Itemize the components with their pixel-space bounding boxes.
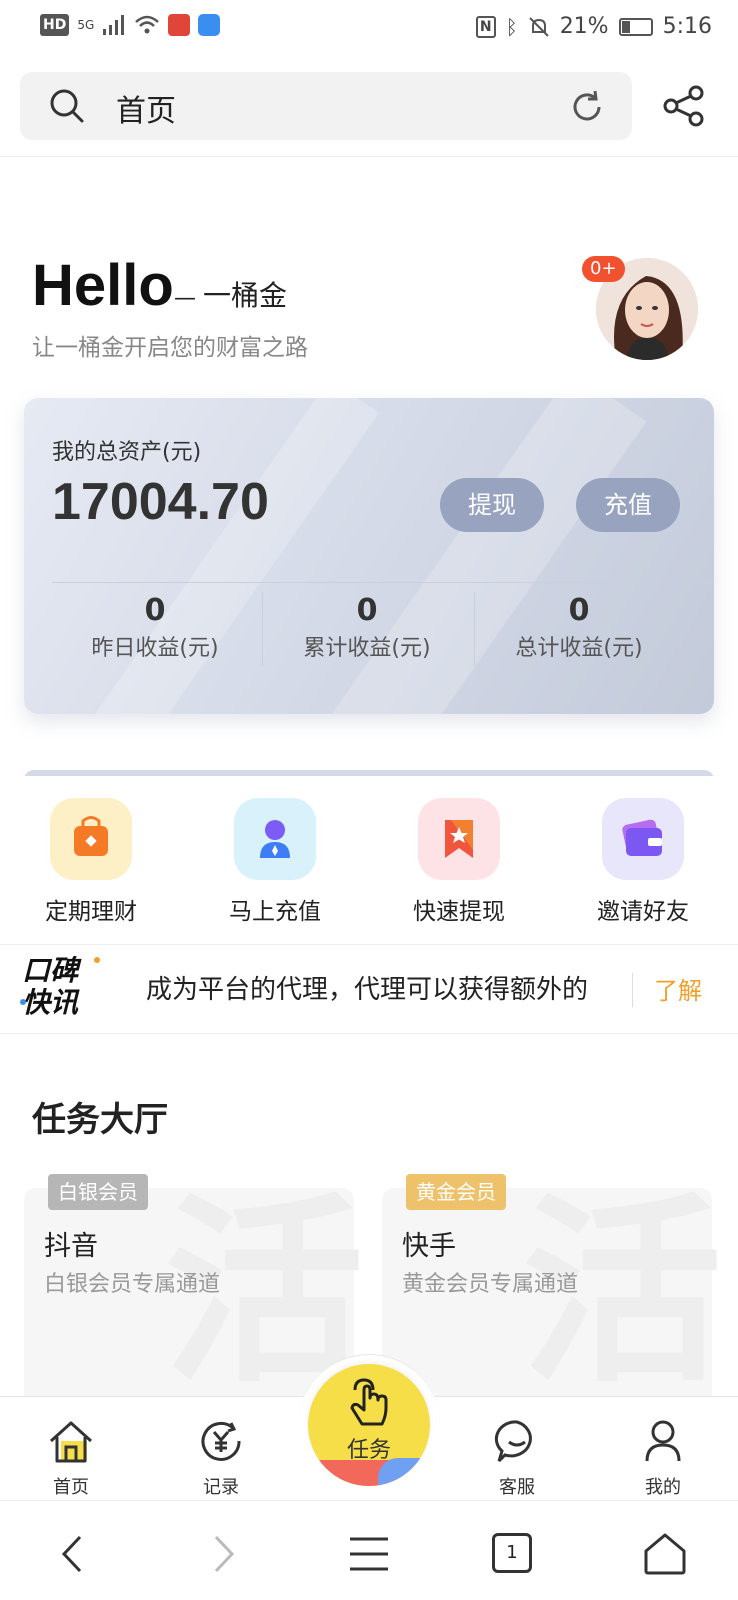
header-divider [0,156,738,157]
withdraw-button[interactable]: 提现 [440,478,544,532]
greeting: Hello [32,253,174,318]
person-icon [645,1420,681,1462]
tap-hand-icon [350,1378,388,1426]
tab-records[interactable]: 记录 [176,1417,266,1499]
clock: 5:16 [662,14,712,39]
tab-mine[interactable]: 我的 [618,1417,708,1499]
news-logo-line1: 口碑 [22,954,79,987]
quick-actions: 定期理财 马上充值 快速提现 邀请好友 [0,776,738,936]
stat-value: 0 [568,593,590,628]
home-shape-icon[interactable] [640,1529,690,1579]
news-more-link[interactable]: 了解 [654,971,702,1006]
quick-action-recharge[interactable]: 马上充值 [210,798,340,926]
total-assets-label: 我的总资产(元) [52,440,202,465]
task-hall-title: 任务大厅 [32,1100,168,1140]
page-title: 首页 [116,94,176,129]
user-icon [234,798,316,880]
wifi-icon [135,15,160,34]
quick-action-label: 定期理财 [45,899,137,925]
status-bar: HD 5G N ᛒ 21% 5:16 [0,0,738,56]
battery-icon [618,17,653,36]
wallet-icon [602,798,684,880]
task-card-douyin[interactable]: 活 白银会员 抖音 白银会员专属通道 [24,1174,364,1418]
recharge-button[interactable]: 充值 [576,478,680,532]
tab-label: 记录 [203,1477,239,1498]
share-icon[interactable] [662,84,706,128]
asset-divider [52,582,714,583]
forward-icon[interactable] [196,1529,246,1579]
news-ticker: 口碑 快讯 成为平台的代理，代理可以获得额外的 了解 [0,944,738,1034]
tab-label: 我的 [645,1477,681,1498]
tagline: 让一桶金开启您的财富之路 [32,335,308,361]
bookmark-star-icon [418,798,500,880]
search-icon [50,89,84,123]
brand-text: 一桶金 [203,279,288,312]
quick-action-label: 马上充值 [229,899,321,925]
back-icon[interactable] [50,1529,100,1579]
stat-value: 0 [356,593,378,628]
battery-percent: 21% [559,14,609,39]
menu-icon[interactable] [344,1529,394,1579]
home-icon [49,1421,93,1463]
quick-action-invite[interactable]: 邀请好友 [578,798,708,926]
quick-action-withdraw[interactable]: 快速提现 [394,798,524,926]
stat-label: 昨日收益(元) [91,636,219,661]
cloud-app-icon [198,14,221,36]
chat-bubble-icon [494,1420,532,1463]
yuan-record-icon [201,1421,241,1461]
news-logo: 口碑 快讯 [20,954,100,1019]
bag-icon [50,798,132,880]
address-bar[interactable]: 首页 [20,72,632,140]
news-separator [632,973,633,1007]
news-text: 成为平台的代理，代理可以获得额外的 [146,975,589,1005]
tab-label: 首页 [53,1477,89,1498]
tier-badge: 白银会员 [48,1174,148,1210]
network-5g-indicator: 5G [77,18,95,32]
tab-label: 客服 [499,1477,535,1498]
task-desc: 白银会员专属通道 [44,1272,221,1297]
total-assets-value: 17004.70 [52,473,269,531]
tabs-count-button[interactable]: 1 [492,1533,532,1573]
stat-label: 累计收益(元) [303,636,431,661]
hd-indicator: HD [40,14,70,36]
task-desc: 黄金会员专属通道 [402,1272,579,1297]
tier-badge: 黄金会员 [406,1174,506,1210]
task-name: 抖音 [44,1231,98,1262]
task-name: 快手 [402,1231,456,1262]
task-center-button[interactable]: 任务 [308,1364,430,1486]
news-logo-line2: 快讯 [22,986,79,1019]
mute-bell-icon [528,16,549,37]
stat-value: 0 [144,593,166,628]
browser-nav-bar: 1 [0,1500,738,1600]
fab-wave-accent [378,1458,430,1486]
quick-action-label: 快速提现 [413,899,505,925]
notification-badge: 0+ [582,256,625,282]
refresh-icon[interactable] [568,88,606,126]
tab-service[interactable]: 客服 [472,1417,562,1499]
tab-home[interactable]: 首页 [26,1417,116,1499]
quick-action-label: 邀请好友 [597,899,689,925]
stat-cumulative: 0 累计收益(元) [262,588,472,664]
signal-icon [103,15,125,35]
stat-yesterday: 0 昨日收益(元) [50,588,260,664]
task-card-kuaishou[interactable]: 活 黄金会员 快手 黄金会员专属通道 [382,1174,722,1418]
brand-name: — 一桶金 [174,279,288,312]
stat-label: 总计收益(元) [515,636,643,661]
nfc-icon: N [475,15,496,38]
stat-total: 0 总计收益(元) [474,588,684,664]
app-notification-icon [168,14,191,36]
asset-card: 我的总资产(元) 17004.70 提现 充值 0 昨日收益(元) 0 累计收益… [24,398,714,714]
bluetooth-icon: ᛒ [505,14,518,39]
quick-action-fixed-finance[interactable]: 定期理财 [26,798,156,926]
